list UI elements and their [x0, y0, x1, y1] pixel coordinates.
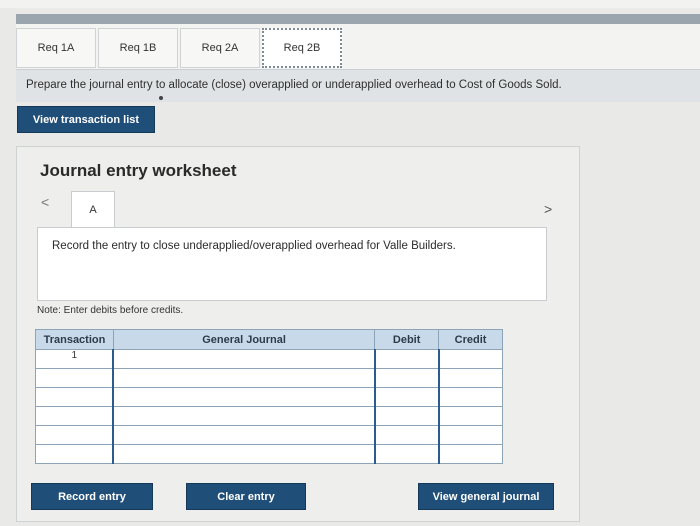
header-credit: Credit — [438, 329, 503, 350]
tab-req-1b[interactable]: Req 1B — [98, 28, 178, 68]
header-debit: Debit — [374, 329, 440, 350]
transaction-number — [35, 444, 114, 464]
debit-input[interactable] — [373, 387, 440, 407]
account-input[interactable] — [112, 349, 376, 369]
next-entry-chevron-icon[interactable]: > — [544, 201, 552, 217]
tab-req-1a[interactable]: Req 1A — [16, 28, 96, 68]
table-row: 1 — [35, 349, 503, 369]
table-row — [35, 368, 503, 388]
credit-input[interactable] — [437, 444, 503, 464]
account-input[interactable] — [112, 444, 376, 464]
debit-input[interactable] — [373, 444, 440, 464]
transaction-number — [35, 368, 114, 388]
account-input[interactable] — [112, 406, 376, 426]
view-transaction-list-button[interactable]: View transaction list — [17, 106, 155, 133]
transaction-number — [35, 406, 114, 426]
credit-input[interactable] — [437, 387, 503, 407]
header-transaction: Transaction — [35, 329, 114, 350]
entry-tab-a[interactable]: A — [71, 191, 115, 227]
journal-table: Transaction General Journal Debit Credit… — [35, 329, 503, 464]
tab-req-2b[interactable]: Req 2B — [262, 28, 342, 68]
transaction-number — [35, 425, 114, 445]
credit-input[interactable] — [437, 349, 503, 369]
requirement-tabs: Req 1A Req 1B Req 2A Req 2B — [16, 24, 700, 70]
record-entry-button[interactable]: Record entry — [31, 483, 153, 510]
journal-header-row: Transaction General Journal Debit Credit — [35, 329, 503, 350]
worksheet-title: Journal entry worksheet — [40, 161, 237, 180]
tab-req-2a[interactable]: Req 2A — [180, 28, 260, 68]
credit-input[interactable] — [437, 406, 503, 426]
account-input[interactable] — [112, 368, 376, 388]
account-input[interactable] — [112, 387, 376, 407]
clear-entry-button[interactable]: Clear entry — [186, 483, 306, 510]
debit-credit-note: Note: Enter debits before credits. — [37, 305, 184, 316]
table-row — [35, 444, 503, 464]
header-general-journal: General Journal — [112, 329, 376, 350]
credit-input[interactable] — [437, 368, 503, 388]
credit-input[interactable] — [437, 425, 503, 445]
debit-input[interactable] — [373, 425, 440, 445]
top-rule — [16, 14, 700, 24]
debit-input[interactable] — [373, 349, 440, 369]
debit-input[interactable] — [373, 406, 440, 426]
cursor-dot — [159, 96, 163, 100]
transaction-number — [35, 387, 114, 407]
journal-entry-worksheet: Journal entry worksheet < > A Record the… — [16, 146, 580, 522]
debit-input[interactable] — [373, 368, 440, 388]
view-general-journal-button[interactable]: View general journal — [418, 483, 554, 510]
top-strip — [0, 0, 700, 8]
transaction-number: 1 — [35, 349, 114, 369]
entry-description: Record the entry to close underapplied/o… — [52, 240, 456, 252]
previous-entry-chevron-icon[interactable]: < — [41, 194, 49, 210]
instruction-text: Prepare the journal entry to allocate (c… — [16, 70, 700, 102]
table-row — [35, 406, 503, 426]
table-row — [35, 387, 503, 407]
account-input[interactable] — [112, 425, 376, 445]
entry-description-box: Record the entry to close underapplied/o… — [37, 227, 547, 301]
table-row — [35, 425, 503, 445]
